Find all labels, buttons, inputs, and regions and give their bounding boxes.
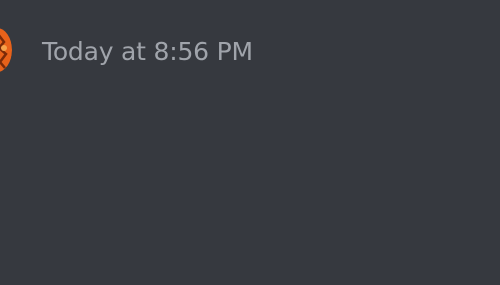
user-avatar[interactable] (0, 26, 12, 74)
chat-message: Today at 8:56 PM (0, 0, 500, 285)
orange-creature-avatar-icon (0, 28, 12, 72)
message-timestamp: Today at 8:56 PM (42, 37, 253, 66)
